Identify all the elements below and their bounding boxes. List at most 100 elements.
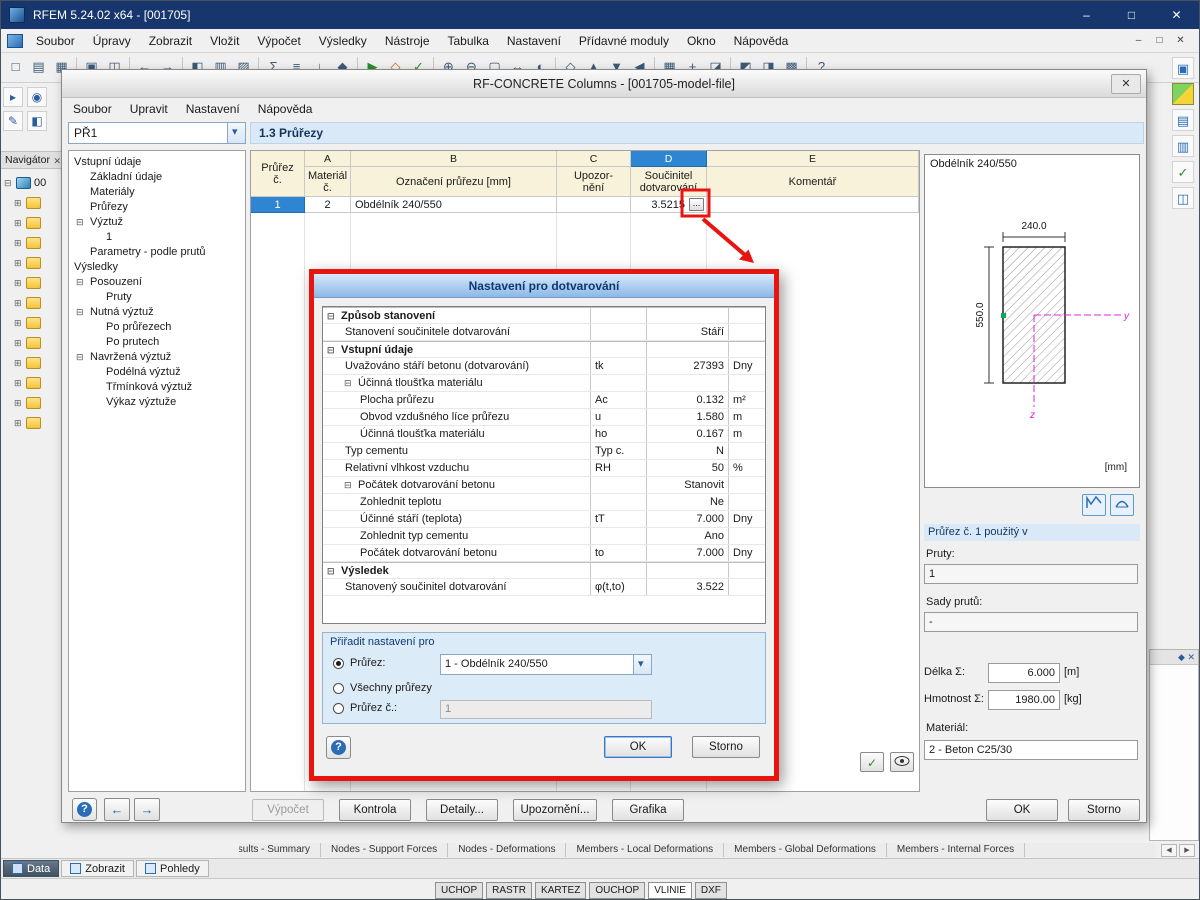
navigator-tree-item[interactable]: ⊞ [1, 293, 63, 313]
radio-icon[interactable] [333, 657, 344, 669]
creep-row[interactable]: Typ cementu Typ c. N [323, 443, 765, 460]
tree-expand-icon[interactable]: ⊞ [14, 358, 25, 369]
input-tables-icon[interactable]: ▤ [1172, 109, 1194, 131]
column-letter-c[interactable]: C [557, 151, 631, 167]
tree-expand-icon[interactable]: ⊞ [14, 378, 25, 389]
ok-button[interactable]: OK [604, 736, 672, 758]
bottom-tab[interactable]: Zobrazit [61, 860, 134, 877]
module-tree-item[interactable]: Vstupní údaje [69, 155, 245, 170]
creep-row-value[interactable] [647, 375, 729, 391]
column-letter-b[interactable]: B [351, 151, 557, 167]
menu-item[interactable]: Soubor [27, 29, 84, 53]
dialog-menu-item[interactable]: Soubor [64, 97, 121, 121]
minimize-icon[interactable]: – [1064, 1, 1109, 29]
menu-item[interactable]: Nástroje [376, 29, 439, 53]
navigator-tree-item[interactable]: ⊞ [1, 373, 63, 393]
assign-option-number[interactable]: Průřez č.: [333, 702, 397, 714]
panel-toggle-icon[interactable]: ◫ [1172, 187, 1194, 209]
dialog-menu-item[interactable]: Nastavení [177, 97, 249, 121]
details-button[interactable]: Detaily... [426, 799, 498, 821]
assign-option-all[interactable]: Všechny průřezy [333, 682, 432, 694]
creep-row-value[interactable]: 0.167 [647, 426, 729, 442]
select-icon[interactable]: ▸ [3, 87, 23, 107]
tree-expand-icon[interactable]: ⊟ [4, 178, 15, 189]
tree-expand-icon[interactable]: ⊞ [14, 258, 25, 269]
chevron-down-icon[interactable] [633, 655, 651, 674]
dialog-titlebar[interactable]: RF-CONCRETE Columns - [001705-model-file… [62, 70, 1146, 98]
collapse-icon[interactable]: ⊟ [327, 563, 335, 578]
assign-option-section[interactable]: Průřez: [333, 657, 385, 669]
radio-icon[interactable] [333, 682, 344, 694]
menu-item[interactable]: Okno [678, 29, 725, 53]
module-tree-item[interactable]: Výsledky [69, 260, 245, 275]
apply-check-icon[interactable]: ✓ [860, 752, 884, 772]
creep-row[interactable]: Účinné stáří (teplota) tT 7.000 Dny [323, 511, 765, 528]
status-toggle[interactable]: DXF [694, 882, 727, 899]
creep-row[interactable]: ⊟ Počátek dotvarování betonu Stanovit [323, 477, 765, 494]
navigator-tree-item[interactable]: ⊞ [1, 413, 63, 433]
navigator-tree-item[interactable]: ⊞ [1, 193, 63, 213]
creep-row[interactable]: Počátek dotvarování betonu to 7.000 Dny [323, 545, 765, 562]
tree-expand-icon[interactable]: ⊟ [76, 215, 84, 230]
dialog-menu-item[interactable]: Nápověda [249, 97, 322, 121]
bottom-tab[interactable]: Data [3, 860, 60, 877]
bottom-tab[interactable]: Pohledy [136, 860, 209, 877]
ok-button[interactable]: OK [986, 799, 1058, 821]
navigator-tree-item[interactable]: ⊞ [1, 213, 63, 233]
module-tree-item[interactable]: ⊟ Nutná výztuž [69, 305, 245, 320]
diagram-icon[interactable] [1082, 494, 1106, 516]
creep-row-value[interactable]: 7.000 [647, 511, 729, 527]
navigator-tree-item[interactable]: ⊞ [1, 393, 63, 413]
creep-row-value[interactable]: 3.522 [647, 579, 729, 595]
creep-row[interactable]: Zohlednit typ cementu Ano [323, 528, 765, 545]
calculate-button[interactable]: Výpočet [252, 799, 324, 821]
column-letter-a[interactable]: A [305, 151, 351, 167]
status-toggle[interactable]: OUCHOP [589, 882, 646, 899]
new-icon[interactable]: □ [4, 56, 27, 79]
check-model-icon[interactable]: ✓ [1172, 161, 1194, 183]
tree-expand-icon[interactable]: ⊟ [76, 350, 84, 365]
module-tree-item[interactable]: 1 [69, 230, 245, 245]
menu-item[interactable]: Nastavení [498, 29, 570, 53]
mdi-close-icon[interactable]: ✕ [1170, 32, 1191, 50]
check-button[interactable]: Kontrola [339, 799, 411, 821]
tree-expand-icon[interactable]: ⊟ [76, 305, 84, 320]
chevron-down-icon[interactable] [227, 123, 245, 143]
tree-expand-icon[interactable]: ⊞ [14, 418, 25, 429]
pruty-field[interactable]: 1 [924, 564, 1138, 584]
menu-item[interactable]: Tabulka [439, 29, 498, 53]
tree-expand-icon[interactable]: ⊞ [14, 238, 25, 249]
dimensions-icon[interactable] [1110, 494, 1134, 516]
module-tree-item[interactable]: Po prutech [69, 335, 245, 350]
eye-icon[interactable] [890, 752, 914, 772]
pin-icon[interactable]: ◆ [1178, 652, 1185, 662]
open-icon[interactable]: ▤ [27, 56, 50, 79]
sady-field[interactable]: - [924, 612, 1138, 632]
cancel-button[interactable]: Storno [1068, 799, 1140, 821]
creep-row[interactable]: ⊟ Způsob stanovení [323, 307, 765, 324]
designation-cell[interactable]: Obdélník 240/550 [351, 197, 557, 213]
mdi-minimize-icon[interactable]: – [1128, 32, 1149, 50]
creep-row[interactable]: ⊟ Účinná tloušťka materiálu [323, 375, 765, 392]
module-tree-item[interactable]: Pruty [69, 290, 245, 305]
cancel-button[interactable]: Storno [692, 736, 760, 758]
module-tree-item[interactable]: Podélná výztuž [69, 365, 245, 380]
navigator-close-icon[interactable]: ✕ [53, 153, 61, 168]
mdi-restore-icon[interactable]: □ [1149, 32, 1170, 50]
creep-row-value[interactable]: 27393 [647, 358, 729, 374]
creep-row-value[interactable] [647, 342, 729, 357]
module-tree-item[interactable]: Třmínková výztuž [69, 380, 245, 395]
navigator-tree-item[interactable]: ⊞ [1, 233, 63, 253]
creep-row[interactable]: Uvažováno stáří betonu (dotvarování) tk … [323, 358, 765, 375]
menu-item[interactable]: Výsledky [310, 29, 376, 53]
navigator-tree-item[interactable]: ⊞ [1, 353, 63, 373]
material-cell[interactable]: 2 [305, 197, 351, 213]
tree-expand-icon[interactable]: ⊞ [14, 338, 25, 349]
tree-expand-icon[interactable]: ⊞ [14, 218, 25, 229]
status-toggle[interactable]: KARTEZ [535, 882, 587, 899]
creep-row-value[interactable]: Ano [647, 528, 729, 544]
collapse-icon[interactable]: ⊟ [327, 342, 335, 357]
navigator-tree-item[interactable]: ⊞ [1, 273, 63, 293]
creep-row[interactable]: Stanovený součinitel dotvarování φ(t,to)… [323, 579, 765, 596]
creep-row-value[interactable]: 1.580 [647, 409, 729, 425]
